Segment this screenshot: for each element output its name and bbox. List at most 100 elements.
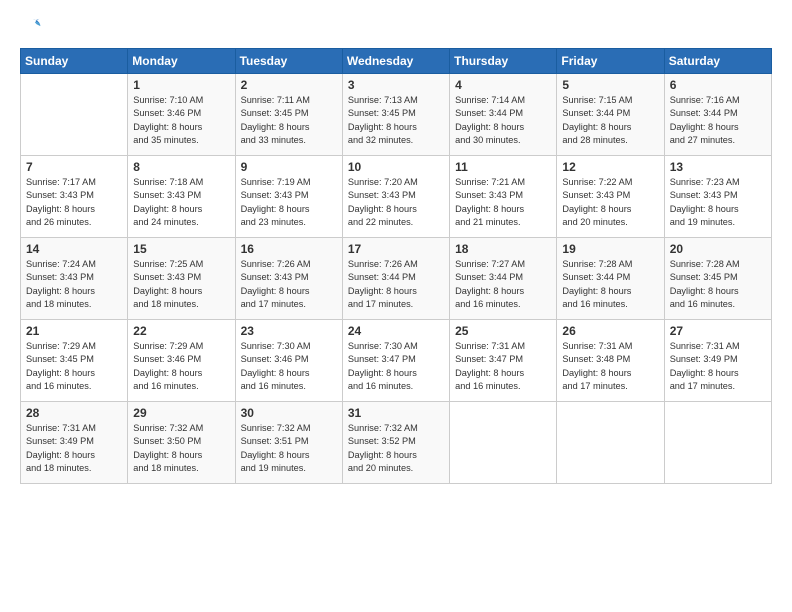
week-row-3: 14Sunrise: 7:24 AM Sunset: 3:43 PM Dayli… xyxy=(21,238,772,320)
day-number: 31 xyxy=(348,406,444,420)
day-cell: 17Sunrise: 7:26 AM Sunset: 3:44 PM Dayli… xyxy=(342,238,449,320)
day-number: 23 xyxy=(241,324,337,338)
weekday-header-row: SundayMondayTuesdayWednesdayThursdayFrid… xyxy=(21,49,772,74)
day-cell xyxy=(450,402,557,484)
day-number: 8 xyxy=(133,160,229,174)
day-cell: 19 Sunrise: 7:28 AM Sunset: 3:44 PM Dayli… xyxy=(557,238,664,320)
day-cell: 11 Sunrise: 7:21 AM Sunset: 3:43 PM Dayli… xyxy=(450,156,557,238)
day-cell: 7Sunrise: 7:17 AM Sunset: 3:43 PM Daylig… xyxy=(21,156,128,238)
day-info: Sunrise: 7:31 AM Sunset: 3:47 PM Dayligh… xyxy=(455,340,551,393)
day-number: 18 xyxy=(455,242,551,256)
day-cell: 31 Sunrise: 7:32 AM Sunset: 3:52 PM Dayli… xyxy=(342,402,449,484)
day-info: Sunrise: 7:31 AM Sunset: 3:48 PM Dayligh… xyxy=(562,340,658,393)
day-number: 26 xyxy=(562,324,658,338)
day-cell: 21Sunrise: 7:29 AM Sunset: 3:45 PM Dayli… xyxy=(21,320,128,402)
calendar-table: SundayMondayTuesdayWednesdayThursdayFrid… xyxy=(20,48,772,484)
day-info: Sunrise: 7:10 AM Sunset: 3:46 PM Dayligh… xyxy=(133,94,229,147)
day-cell: 9 Sunrise: 7:19 AM Sunset: 3:43 PM Daylig… xyxy=(235,156,342,238)
day-number: 27 xyxy=(670,324,766,338)
day-number: 6 xyxy=(670,78,766,92)
day-number: 4 xyxy=(455,78,551,92)
day-cell: 28 Sunrise: 7:31 AM Sunset: 3:49 PM Dayli… xyxy=(21,402,128,484)
day-cell: 13 Sunrise: 7:23 AM Sunset: 3:43 PM Dayli… xyxy=(664,156,771,238)
week-row-5: 28 Sunrise: 7:31 AM Sunset: 3:49 PM Dayli… xyxy=(21,402,772,484)
day-info: Sunrise: 7:28 AM Sunset: 3:45 PM Dayligh… xyxy=(670,258,766,311)
day-number: 16 xyxy=(241,242,337,256)
day-number: 11 xyxy=(455,160,551,174)
day-number: 28 xyxy=(26,406,122,420)
day-info: Sunrise: 7:11 AM Sunset: 3:45 PM Dayligh… xyxy=(241,94,337,147)
day-number: 19 xyxy=(562,242,658,256)
day-info: Sunrise: 7:19 AM Sunset: 3:43 PM Dayligh… xyxy=(241,176,337,229)
day-number: 1 xyxy=(133,78,229,92)
page: SundayMondayTuesdayWednesdayThursdayFrid… xyxy=(0,0,792,612)
day-number: 25 xyxy=(455,324,551,338)
day-info: Sunrise: 7:18 AM Sunset: 3:43 PM Dayligh… xyxy=(133,176,229,229)
day-cell: 22 Sunrise: 7:29 AM Sunset: 3:46 PM Dayli… xyxy=(128,320,235,402)
day-info: Sunrise: 7:29 AM Sunset: 3:45 PM Dayligh… xyxy=(26,340,122,393)
weekday-wednesday: Wednesday xyxy=(342,49,449,74)
day-cell: 29Sunrise: 7:32 AM Sunset: 3:50 PM Dayli… xyxy=(128,402,235,484)
weekday-monday: Monday xyxy=(128,49,235,74)
day-info: Sunrise: 7:22 AM Sunset: 3:43 PM Dayligh… xyxy=(562,176,658,229)
day-cell: 10 Sunrise: 7:20 AM Sunset: 3:43 PM Dayli… xyxy=(342,156,449,238)
day-cell xyxy=(664,402,771,484)
day-number: 9 xyxy=(241,160,337,174)
weekday-friday: Friday xyxy=(557,49,664,74)
day-cell xyxy=(557,402,664,484)
day-cell: 23Sunrise: 7:30 AM Sunset: 3:46 PM Dayli… xyxy=(235,320,342,402)
day-cell: 20 Sunrise: 7:28 AM Sunset: 3:45 PM Dayli… xyxy=(664,238,771,320)
day-info: Sunrise: 7:23 AM Sunset: 3:43 PM Dayligh… xyxy=(670,176,766,229)
day-number: 29 xyxy=(133,406,229,420)
day-cell: 14Sunrise: 7:24 AM Sunset: 3:43 PM Dayli… xyxy=(21,238,128,320)
day-cell: 24 Sunrise: 7:30 AM Sunset: 3:47 PM Dayli… xyxy=(342,320,449,402)
day-info: Sunrise: 7:21 AM Sunset: 3:43 PM Dayligh… xyxy=(455,176,551,229)
day-info: Sunrise: 7:31 AM Sunset: 3:49 PM Dayligh… xyxy=(26,422,122,475)
day-number: 15 xyxy=(133,242,229,256)
day-number: 10 xyxy=(348,160,444,174)
day-cell: 3Sunrise: 7:13 AM Sunset: 3:45 PM Daylig… xyxy=(342,74,449,156)
day-info: Sunrise: 7:17 AM Sunset: 3:43 PM Dayligh… xyxy=(26,176,122,229)
day-info: Sunrise: 7:29 AM Sunset: 3:46 PM Dayligh… xyxy=(133,340,229,393)
logo-bird-icon xyxy=(22,16,44,38)
day-cell: 4 Sunrise: 7:14 AM Sunset: 3:44 PM Daylig… xyxy=(450,74,557,156)
day-info: Sunrise: 7:26 AM Sunset: 3:44 PM Dayligh… xyxy=(348,258,444,311)
week-row-4: 21Sunrise: 7:29 AM Sunset: 3:45 PM Dayli… xyxy=(21,320,772,402)
day-cell xyxy=(21,74,128,156)
day-cell: 15 Sunrise: 7:25 AM Sunset: 3:43 PM Dayli… xyxy=(128,238,235,320)
day-info: Sunrise: 7:25 AM Sunset: 3:43 PM Dayligh… xyxy=(133,258,229,311)
day-number: 22 xyxy=(133,324,229,338)
day-cell: 30Sunrise: 7:32 AM Sunset: 3:51 PM Dayli… xyxy=(235,402,342,484)
day-number: 13 xyxy=(670,160,766,174)
day-info: Sunrise: 7:20 AM Sunset: 3:43 PM Dayligh… xyxy=(348,176,444,229)
day-cell: 1 Sunrise: 7:10 AM Sunset: 3:46 PM Daylig… xyxy=(128,74,235,156)
day-cell: 12 Sunrise: 7:22 AM Sunset: 3:43 PM Dayli… xyxy=(557,156,664,238)
day-cell: 2 Sunrise: 7:11 AM Sunset: 3:45 PM Daylig… xyxy=(235,74,342,156)
day-number: 12 xyxy=(562,160,658,174)
day-info: Sunrise: 7:28 AM Sunset: 3:44 PM Dayligh… xyxy=(562,258,658,311)
day-cell: 26 Sunrise: 7:31 AM Sunset: 3:48 PM Dayli… xyxy=(557,320,664,402)
header xyxy=(20,18,772,38)
day-info: Sunrise: 7:24 AM Sunset: 3:43 PM Dayligh… xyxy=(26,258,122,311)
day-cell: 25 Sunrise: 7:31 AM Sunset: 3:47 PM Dayli… xyxy=(450,320,557,402)
weekday-tuesday: Tuesday xyxy=(235,49,342,74)
day-cell: 16 Sunrise: 7:26 AM Sunset: 3:43 PM Dayli… xyxy=(235,238,342,320)
day-number: 30 xyxy=(241,406,337,420)
day-info: Sunrise: 7:16 AM Sunset: 3:44 PM Dayligh… xyxy=(670,94,766,147)
day-number: 20 xyxy=(670,242,766,256)
logo xyxy=(20,18,44,38)
day-number: 2 xyxy=(241,78,337,92)
weekday-saturday: Saturday xyxy=(664,49,771,74)
day-info: Sunrise: 7:26 AM Sunset: 3:43 PM Dayligh… xyxy=(241,258,337,311)
day-cell: 18Sunrise: 7:27 AM Sunset: 3:44 PM Dayli… xyxy=(450,238,557,320)
day-info: Sunrise: 7:14 AM Sunset: 3:44 PM Dayligh… xyxy=(455,94,551,147)
day-cell: 5 Sunrise: 7:15 AM Sunset: 3:44 PM Daylig… xyxy=(557,74,664,156)
day-number: 5 xyxy=(562,78,658,92)
day-info: Sunrise: 7:32 AM Sunset: 3:52 PM Dayligh… xyxy=(348,422,444,475)
week-row-2: 7Sunrise: 7:17 AM Sunset: 3:43 PM Daylig… xyxy=(21,156,772,238)
day-number: 3 xyxy=(348,78,444,92)
day-info: Sunrise: 7:15 AM Sunset: 3:44 PM Dayligh… xyxy=(562,94,658,147)
day-number: 24 xyxy=(348,324,444,338)
day-info: Sunrise: 7:30 AM Sunset: 3:47 PM Dayligh… xyxy=(348,340,444,393)
day-info: Sunrise: 7:31 AM Sunset: 3:49 PM Dayligh… xyxy=(670,340,766,393)
